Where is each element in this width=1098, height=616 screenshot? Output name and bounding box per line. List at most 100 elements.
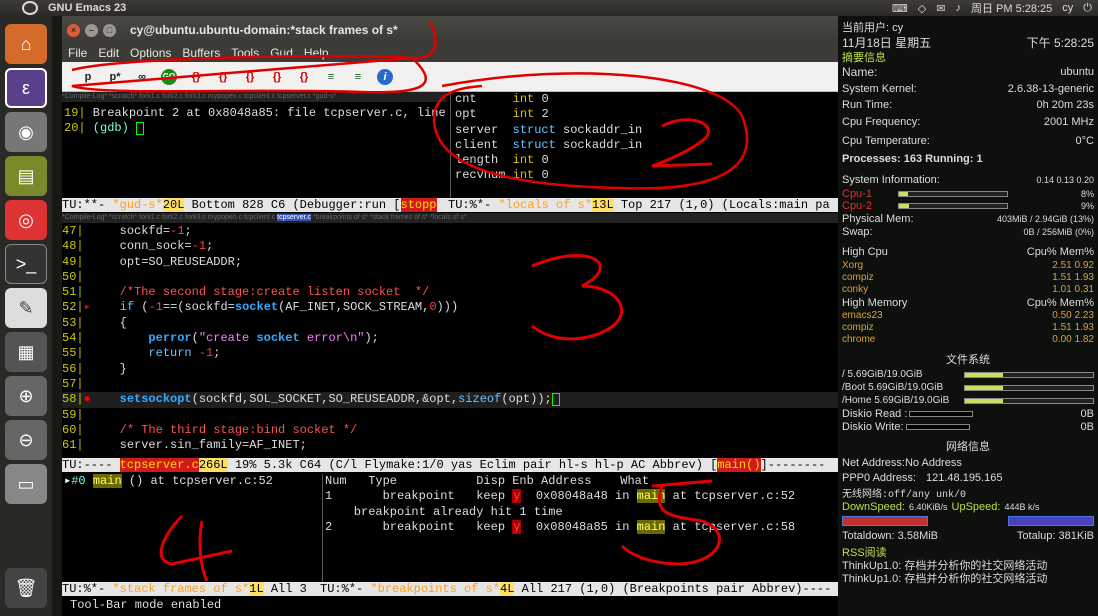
tab-bar-gud[interactable]: *Compile-Log* *scratch* fork1.c fork2.c … [62, 92, 446, 102]
code-lines: 47| sockfd=-1; 48| conn_sock=-1; 49| opt=S… [62, 224, 838, 453]
tab-bar-source[interactable]: *Compile-Log* *scratch* fork1.c fork2.c … [62, 213, 838, 223]
finish-icon[interactable]: {} [242, 69, 258, 85]
code-text: sockfd=-1; [90, 224, 192, 238]
local-variable-row[interactable]: client struct sockaddr_in [455, 138, 838, 153]
local-value: 2 [541, 107, 549, 122]
line-number: 51| [62, 285, 84, 300]
info-icon[interactable]: i [377, 68, 393, 85]
volume-icon[interactable]: ♪ [955, 2, 961, 14]
modeline-gud[interactable]: TU:**- *gud-s*20L Bottom 828 C6 (Debugge… [62, 198, 448, 212]
breakpoint-row[interactable]: 2 breakpoint keep y 0x08048a85 in main a… [325, 519, 838, 535]
locals-pane[interactable]: cnt int 0 opt int 2 server struct sockaddr… [450, 92, 838, 198]
line-number: 58| [62, 392, 84, 407]
local-variable-row[interactable]: server struct sockaddr_in [455, 123, 838, 138]
menu-gud[interactable]: Gud [270, 46, 293, 60]
clock[interactable]: 周日 PM 5:28:25 [971, 0, 1052, 16]
conky-rss-item[interactable]: ThinkUp1.0: 存档并分析你的社交网络活动 [842, 571, 1047, 585]
next-icon[interactable]: {} [188, 69, 204, 85]
code-line[interactable]: 51| /*The second stage:create listen soc… [62, 285, 838, 300]
step-icon[interactable]: {} [215, 69, 231, 85]
home-folder-icon[interactable]: ⌂ [5, 24, 47, 64]
stack-frame-row[interactable]: ▸#0 main () at tcpserver.c:52 [64, 474, 318, 489]
code-line[interactable]: 52|▸ if (-1==(sockfd=socket(AF_INET,SOCK… [62, 300, 838, 315]
line-number: 53| [62, 315, 84, 330]
stack-frames-pane[interactable]: ▸#0 main () at tcpserver.c:52 [62, 474, 318, 582]
breakpoint-row[interactable]: 1 breakpoint keep y 0x08048a48 in main a… [325, 489, 838, 504]
code-line[interactable]: 47| sockfd=-1; [62, 224, 838, 239]
power-icon[interactable]: ⏻ [1083, 2, 1092, 15]
code-line[interactable]: 53| { [62, 316, 838, 331]
print-icon[interactable]: p [80, 69, 96, 85]
trash-icon[interactable]: 🗑 [5, 568, 47, 608]
code-line[interactable]: 60| /* The third stage:bind socket */ [62, 423, 838, 438]
notebook-icon[interactable]: ▤ [5, 156, 47, 196]
breakpoints-pane[interactable]: Num Type Disp Enb Address What 1 breakpoi… [322, 474, 838, 582]
network-icon[interactable]: ◇ [918, 2, 926, 15]
conky-totalup: 381KiB [1058, 530, 1094, 542]
watch-icon[interactable]: ∞ [134, 69, 150, 85]
gud-pane[interactable]: 19| Breakpoint 2 at 0x8048a85: file tcps… [62, 106, 446, 198]
local-type: struct [505, 122, 564, 137]
zoom-in-icon[interactable]: ⊕ [5, 376, 47, 416]
local-variable-row[interactable]: recvnum int 0 [455, 168, 838, 183]
text-editor-icon[interactable]: ✎ [5, 288, 47, 328]
menu-edit[interactable]: Edit [98, 46, 119, 60]
chrome-icon[interactable]: ◎ [5, 200, 47, 240]
stack-up-icon[interactable]: ≡ [323, 69, 339, 85]
maximize-icon[interactable]: □ [103, 23, 116, 37]
conky-up-graph [1008, 516, 1094, 526]
user-menu[interactable]: cy [1062, 2, 1073, 14]
zoom-out-icon[interactable]: ⊖ [5, 420, 47, 460]
local-variable-row[interactable]: length int 0 [455, 153, 838, 168]
code-line[interactable]: 48| conn_sock=-1; [62, 239, 838, 254]
terminal-icon[interactable]: >_ [5, 244, 47, 284]
local-name: recvnum [455, 168, 506, 183]
menu-file[interactable]: File [68, 46, 87, 60]
code-line[interactable]: 57| [62, 377, 838, 392]
source-pane[interactable]: 47| sockfd=-1; 48| conn_sock=-1; 49| opt=S… [62, 224, 838, 458]
modeline-breakpoints[interactable]: TU:%*- *breakpoints of s*4L All 217 (1,0… [320, 582, 838, 596]
conky-cpu1-bar [897, 191, 1008, 197]
local-variable-row[interactable]: opt int 2 [455, 107, 838, 122]
up-frame-icon[interactable]: {} [269, 69, 285, 85]
code-line[interactable]: 49| opt=SO_REUSEADDR; [62, 255, 838, 270]
minimize-icon[interactable]: – [85, 23, 98, 37]
print-star-icon[interactable]: p* [107, 69, 123, 85]
code-line[interactable]: 54| perror("create socket error\n"); [62, 331, 838, 346]
emacs-icon[interactable]: ε [5, 68, 47, 108]
menu-options[interactable]: Options [130, 46, 171, 60]
stack-down-icon[interactable]: ≡ [350, 69, 366, 85]
down-frame-icon[interactable]: {} [296, 69, 312, 85]
locals-list: cnt int 0 opt int 2 server struct sockaddr… [455, 92, 838, 184]
conky-cpu1: 8% [1080, 189, 1094, 199]
menu-buffers[interactable]: Buffers [182, 46, 220, 60]
conky-diskread: 0B [1080, 407, 1094, 420]
code-line[interactable]: 56| } [62, 362, 838, 377]
modeline-stack[interactable]: TU:%*- *stack frames of s*1L All 3 [62, 582, 320, 596]
conky-network-heading: 网络信息 [946, 441, 990, 453]
code-line[interactable]: 59| [62, 408, 838, 423]
code-text: conn_sock=-1; [90, 239, 214, 254]
code-line[interactable]: 50| [62, 270, 838, 285]
go-icon[interactable]: GO [161, 68, 177, 85]
local-variable-row[interactable]: cnt int 0 [455, 92, 838, 107]
line-number: 48| [62, 239, 84, 254]
conky-wifi: 无线网络:off/any unk/0 [842, 489, 967, 501]
code-line[interactable]: 61| server.sin_family=AF_INET; [62, 438, 838, 453]
conky-swap: 0B / 256MiB (0%) [1023, 226, 1094, 237]
conky-rss-item[interactable]: ThinkUp1.0: 存档并分析你的社交网络活动 [842, 558, 1047, 572]
close-icon[interactable]: × [67, 23, 80, 37]
ubuntu-logo-icon[interactable] [22, 1, 38, 15]
modeline-source[interactable]: TU:---- tcpserver.c266L 19% 5.3k C64 (C/… [62, 458, 838, 472]
drive-icon[interactable]: ▭ [5, 464, 47, 504]
workspace-switcher-icon[interactable]: ▦ [5, 332, 47, 372]
code-line[interactable]: 55| return -1; [62, 346, 838, 361]
menu-tools[interactable]: Tools [231, 46, 259, 60]
mail-icon[interactable]: ✉ [936, 2, 945, 15]
code-line[interactable]: 58|● setsockopt(sockfd,SOL_SOCKET,SO_REU… [62, 392, 838, 408]
modeline-locals[interactable]: TU:%*- *locals of s*13L Top 217 (1,0) (L… [448, 198, 838, 212]
keyboard-icon[interactable]: ⌨ [892, 2, 908, 15]
conky-diskwrite: 0B [1080, 420, 1094, 433]
menu-help[interactable]: Help [304, 46, 329, 60]
camera-icon[interactable]: ◉ [5, 112, 47, 152]
